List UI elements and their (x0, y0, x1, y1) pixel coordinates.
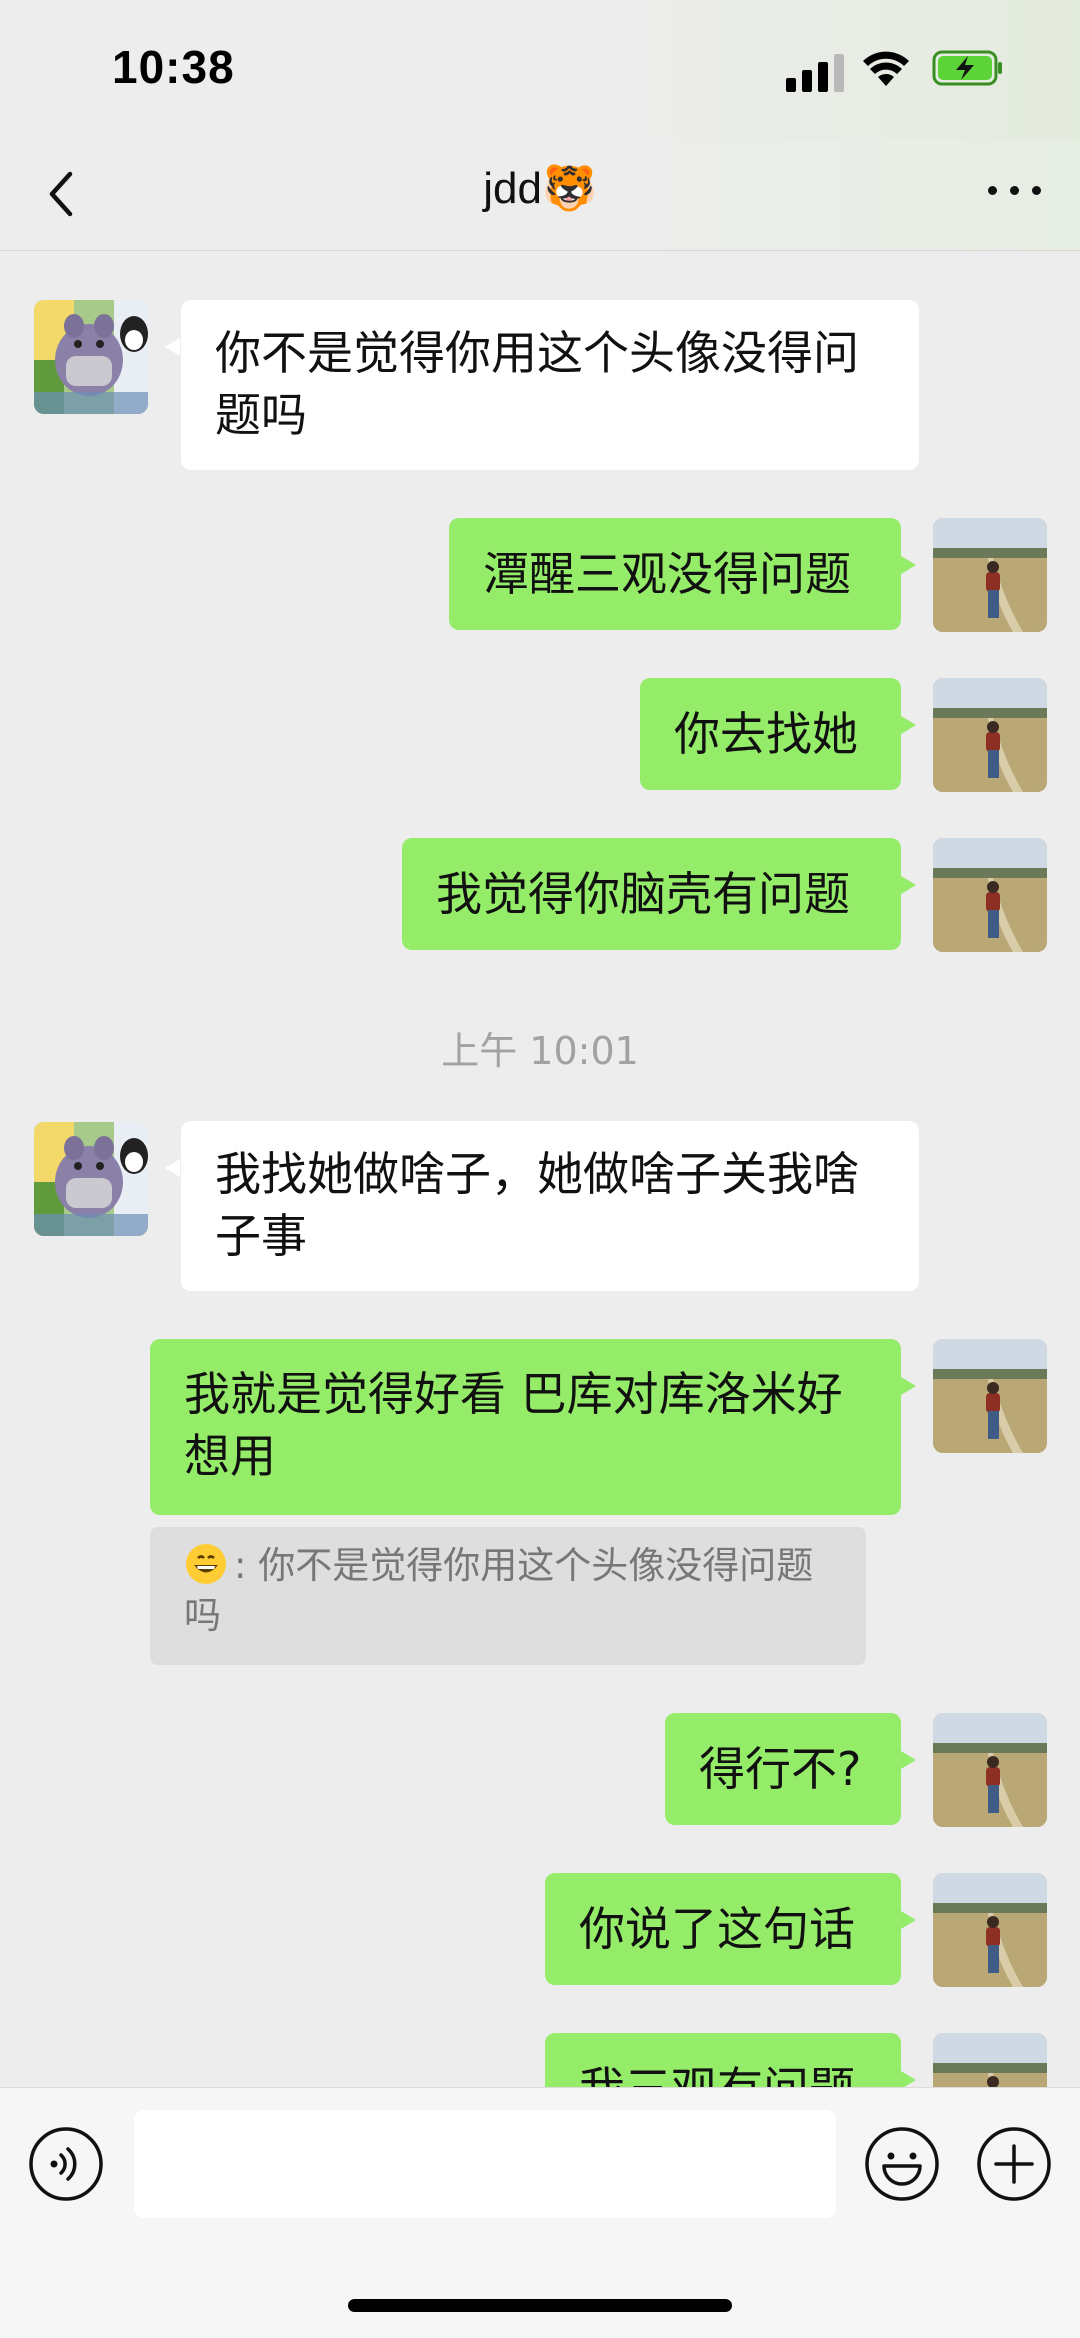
message-input[interactable] (134, 2110, 836, 2218)
contact-avatar[interactable] (34, 1122, 148, 1236)
incoming-message-bubble[interactable]: 我找她做啥子，她做啥子关我啥子事 (165, 1121, 919, 1291)
outgoing-message-bubble[interactable]: 我觉得你脑壳有问题 (402, 838, 916, 950)
outgoing-message-bubble[interactable]: 潭醒三观没得问题 (449, 518, 916, 630)
quote-text: 你不是觉得你用这个头像没得问题吗 (184, 1544, 814, 1637)
my-avatar[interactable] (933, 678, 1047, 792)
my-avatar[interactable] (933, 518, 1047, 632)
status-time: 10:38 (112, 41, 235, 93)
quote-separator: : (234, 1544, 247, 1587)
battery-charging-icon (932, 50, 1002, 86)
home-indicator[interactable] (348, 2299, 732, 2312)
chat-title: jdd🐯 (483, 164, 597, 213)
emoji-picker-icon[interactable] (864, 2126, 940, 2202)
add-attachment-icon[interactable] (976, 2126, 1052, 2202)
outgoing-message-bubble[interactable]: 得行不? (665, 1713, 916, 1825)
more-options-icon[interactable] (988, 180, 1044, 200)
message-timestamp: 上午 10:01 (441, 1029, 639, 1073)
status-bar: 10:38 (0, 0, 1080, 140)
my-avatar[interactable] (933, 1713, 1047, 1827)
my-avatar[interactable] (933, 1339, 1047, 1453)
my-avatar[interactable] (933, 1873, 1047, 1987)
outgoing-message-bubble[interactable]: 我就是觉得好看 巴库对库洛米好想用 (150, 1339, 916, 1515)
outgoing-message-bubble[interactable]: 你说了这句话 (545, 1873, 916, 1985)
grinning-emoji-icon (186, 1544, 226, 1584)
my-avatar[interactable] (933, 838, 1047, 952)
contact-avatar[interactable] (34, 300, 148, 414)
voice-input-icon[interactable] (28, 2126, 104, 2202)
wifi-icon (863, 51, 909, 86)
cellular-signal-icon (786, 52, 846, 92)
outgoing-message-bubble[interactable]: 你去找她 (640, 678, 916, 790)
quoted-reply[interactable]: : 你不是觉得你用这个头像没得问题吗 (150, 1527, 866, 1665)
chat-header: jdd🐯 (0, 140, 1080, 251)
incoming-message-bubble[interactable]: 你不是觉得你用这个头像没得问题吗 (165, 300, 919, 470)
